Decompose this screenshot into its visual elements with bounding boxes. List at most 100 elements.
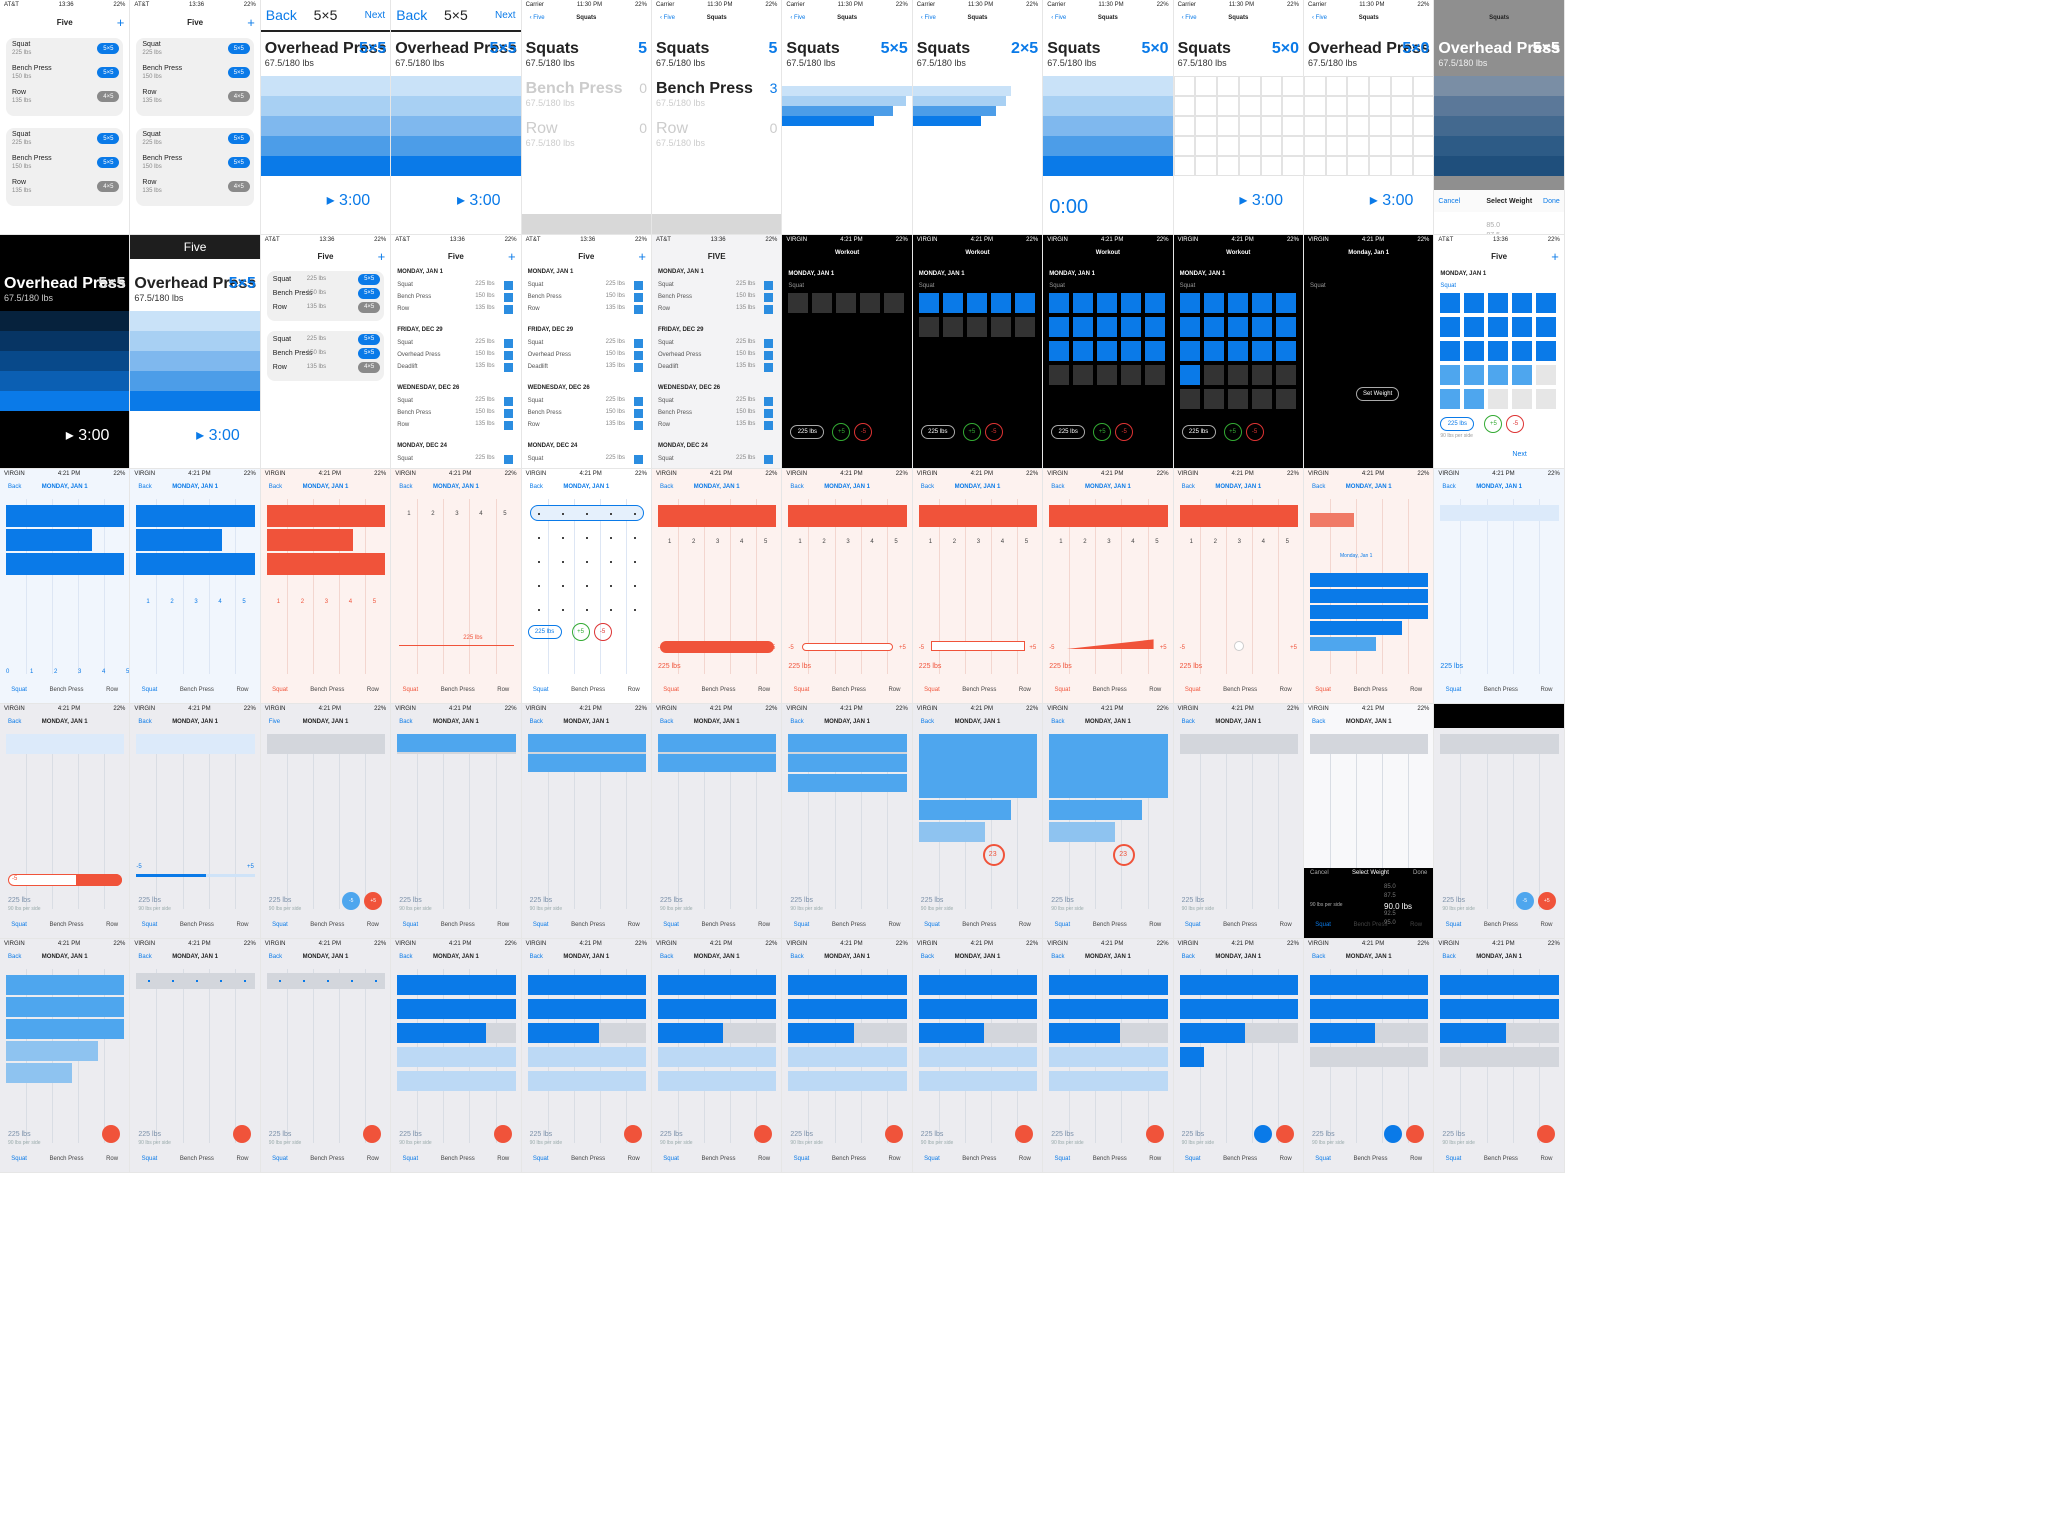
tab-squat[interactable]: Squat xyxy=(1315,922,1331,932)
tab-bench-press[interactable]: Bench Press xyxy=(441,922,475,932)
rest-timer[interactable]: ▸ 3:00 xyxy=(66,425,110,445)
tab-row[interactable]: Row xyxy=(1019,687,1031,697)
tab-squat[interactable]: Squat xyxy=(924,687,940,697)
tab-row[interactable]: Row xyxy=(888,1156,900,1166)
tab-bench-press[interactable]: Bench Press xyxy=(50,1156,84,1166)
sets-badge[interactable]: 5×5 xyxy=(227,133,250,144)
tab-row[interactable]: Row xyxy=(236,687,248,697)
tab-bench-press[interactable]: Bench Press xyxy=(310,687,344,697)
add-button[interactable]: + xyxy=(1551,249,1559,264)
history-row[interactable]: Row 135 lbs xyxy=(397,420,514,430)
weight-pill[interactable]: 225 lbs xyxy=(920,424,955,439)
history-row[interactable]: Overhead Press 150 lbs xyxy=(658,350,775,360)
tab-bench-press[interactable]: Bench Press xyxy=(1223,922,1257,932)
add-button[interactable]: + xyxy=(247,15,255,30)
tab-row[interactable]: Row xyxy=(1540,922,1552,932)
plus-button[interactable]: +5 xyxy=(832,422,851,441)
workout-card[interactable]: Squat 225 lbs 5×5 Bench Press 150 lbs 5×5 Row 1… xyxy=(136,128,254,206)
back-button[interactable]: Back xyxy=(8,719,21,725)
tab-row[interactable]: Row xyxy=(888,922,900,932)
tab-bench-press[interactable]: Bench Press xyxy=(50,922,84,932)
sets-badge[interactable]: 5×5 xyxy=(227,67,250,78)
rest-timer[interactable]: ▸ 3:00 xyxy=(196,425,240,445)
back-button[interactable]: ‹ Five xyxy=(921,15,936,21)
back-button[interactable]: Back xyxy=(266,7,297,23)
action-button[interactable] xyxy=(1536,1125,1555,1144)
tab-squat[interactable]: Squat xyxy=(11,1156,27,1166)
plus-button[interactable]: +5 xyxy=(1537,892,1556,911)
tab-row[interactable]: Row xyxy=(236,922,248,932)
tab-bench-press[interactable]: Bench Press xyxy=(1223,1156,1257,1166)
rest-timer[interactable]: ▸ 3:00 xyxy=(1370,190,1414,210)
tab-row[interactable]: Row xyxy=(1540,687,1552,697)
sets-badge[interactable]: 5×5 xyxy=(358,347,381,359)
picker-value[interactable]: 90.0 lbs xyxy=(1384,902,1412,911)
minus-button[interactable]: -5 xyxy=(1506,414,1525,433)
tab-squat[interactable]: Squat xyxy=(1185,922,1201,932)
back-button[interactable]: Back xyxy=(138,719,151,725)
history-row[interactable]: Bench Press 150 lbs xyxy=(528,292,645,302)
tab-bench-press[interactable]: Bench Press xyxy=(571,687,605,697)
rest-timer[interactable]: ▸ 3:00 xyxy=(1239,190,1283,210)
sets-badge[interactable]: 5×5 xyxy=(227,43,250,54)
tab-bench-press[interactable]: Bench Press xyxy=(50,687,84,697)
tab-bench-press[interactable]: Bench Press xyxy=(1354,1156,1388,1166)
weight-pill[interactable]: 225 lbs xyxy=(1440,416,1475,431)
add-button[interactable]: + xyxy=(117,15,125,30)
history-row[interactable]: Row 135 lbs xyxy=(658,304,775,314)
back-button[interactable]: Back xyxy=(8,484,21,490)
back-button[interactable]: ‹ Five xyxy=(530,15,545,21)
back-button[interactable]: Back xyxy=(1051,719,1064,725)
history-row[interactable]: Squat 225 lbs xyxy=(658,338,775,348)
tab-squat[interactable]: Squat xyxy=(1185,1156,1201,1166)
tab-squat[interactable]: Squat xyxy=(533,922,549,932)
back-button[interactable]: Back xyxy=(8,954,21,960)
sets-badge[interactable]: 5×5 xyxy=(97,133,120,144)
tab-bench-press[interactable]: Bench Press xyxy=(1223,687,1257,697)
back-button[interactable]: Back xyxy=(1442,954,1455,960)
tab-row[interactable]: Row xyxy=(1019,922,1031,932)
tab-bench-press[interactable]: Bench Press xyxy=(962,922,996,932)
tab-squat[interactable]: Squat xyxy=(142,922,158,932)
back-button[interactable]: Back xyxy=(790,954,803,960)
tab-row[interactable]: Row xyxy=(106,1156,118,1166)
rest-timer[interactable]: ▸ 3:00 xyxy=(457,190,501,210)
history-row[interactable]: Row 135 lbs xyxy=(397,304,514,314)
tab-bench-press[interactable]: Bench Press xyxy=(962,687,996,697)
tab-squat[interactable]: Squat xyxy=(1446,1156,1462,1166)
action-button[interactable] xyxy=(754,1125,773,1144)
tab-row[interactable]: Row xyxy=(497,922,509,932)
tab-squat[interactable]: Squat xyxy=(924,922,940,932)
back-button[interactable]: Back xyxy=(399,719,412,725)
back-button[interactable]: Back xyxy=(1182,484,1195,490)
tab-bench-press[interactable]: Bench Press xyxy=(571,1156,605,1166)
tab-row[interactable]: Row xyxy=(628,687,640,697)
tab-bench-press[interactable]: Bench Press xyxy=(180,922,214,932)
tab-row[interactable]: Row xyxy=(1280,1156,1292,1166)
plus-button[interactable]: +5 xyxy=(962,422,981,441)
tab-bench-press[interactable]: Bench Press xyxy=(832,687,866,697)
minus-button[interactable]: -5 xyxy=(593,623,612,642)
plus-button[interactable]: +5 xyxy=(364,892,383,911)
sets-badge[interactable]: 5×5 xyxy=(97,43,120,54)
sets-badge[interactable]: 4×5 xyxy=(97,91,120,102)
back-button[interactable]: Back xyxy=(790,484,803,490)
sets-badge[interactable]: 4×5 xyxy=(227,91,250,102)
sets-badge[interactable]: 4×5 xyxy=(227,181,250,192)
tab-squat[interactable]: Squat xyxy=(794,687,810,697)
back-button[interactable]: Back xyxy=(399,484,412,490)
tab-row[interactable]: Row xyxy=(1410,922,1422,932)
tab-squat[interactable]: Squat xyxy=(1446,687,1462,697)
history-row[interactable]: Squat 225 lbs xyxy=(658,280,775,290)
tab-row[interactable]: Row xyxy=(1410,1156,1422,1166)
tab-squat[interactable]: Squat xyxy=(1054,922,1070,932)
history-row[interactable]: Squat 225 lbs xyxy=(658,396,775,406)
tab-row[interactable]: Row xyxy=(1149,687,1161,697)
tab-squat[interactable]: Squat xyxy=(663,1156,679,1166)
add-button[interactable]: + xyxy=(508,249,516,264)
back-button[interactable]: ‹ Five xyxy=(790,15,805,21)
history-row[interactable]: Overhead Press 150 lbs xyxy=(528,350,645,360)
back-button[interactable]: ‹ Five xyxy=(660,15,675,21)
tab-row[interactable]: Row xyxy=(628,1156,640,1166)
history-row[interactable]: Bench Press 150 lbs xyxy=(658,408,775,418)
